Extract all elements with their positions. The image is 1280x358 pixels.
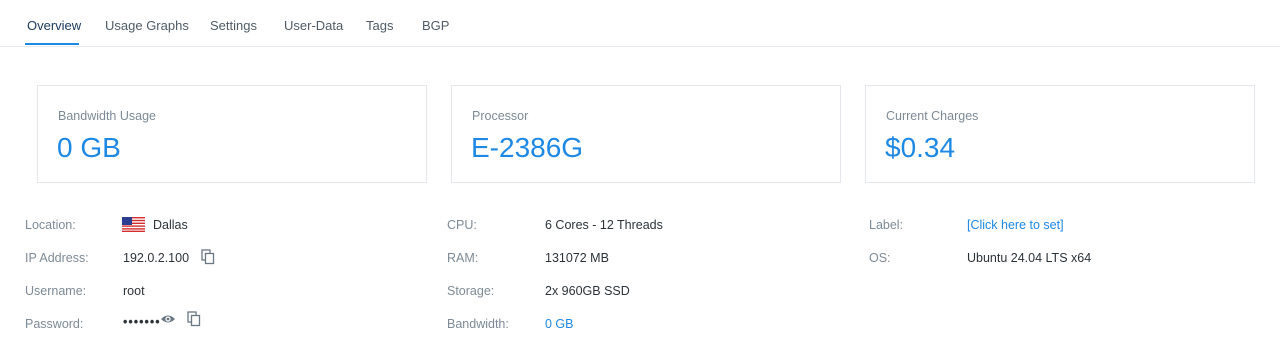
card-value: 0 GB <box>57 132 121 163</box>
ip-address-value: 192.0.2.100 <box>123 251 190 265</box>
tab-usage-graphs[interactable]: Usage Graphs <box>105 18 189 33</box>
card-value: E-2386G <box>471 132 584 163</box>
username-value: root <box>123 284 145 298</box>
tab-user-data[interactable]: User-Data <box>284 18 343 33</box>
copy-icon[interactable] <box>201 249 215 265</box>
username-label: Username: <box>25 284 87 298</box>
card-label: Processor <box>472 109 529 123</box>
card-value: $0.34 <box>885 132 956 163</box>
eye-icon[interactable] <box>160 313 176 325</box>
password-value: ••••••• <box>123 315 161 329</box>
processor-card: Processor E-2386G <box>451 85 841 183</box>
location-label: Location: <box>25 218 76 232</box>
ip-address-label: IP Address: <box>25 251 89 265</box>
tab-settings[interactable]: Settings <box>210 18 257 33</box>
card-label: Bandwidth Usage <box>58 109 156 123</box>
card-label: Current Charges <box>886 109 979 123</box>
ram-value: 131072 MB <box>545 251 609 265</box>
cpu-label: CPU: <box>447 218 477 232</box>
storage-value: 2x 960GB SSD <box>545 284 630 298</box>
bandwidth-usage-card: Bandwidth Usage 0 GB <box>37 85 427 183</box>
os-label: OS: <box>869 251 891 265</box>
storage-label: Storage: <box>447 284 495 298</box>
os-value: Ubuntu 24.04 LTS x64 <box>967 251 1092 265</box>
active-tab-indicator <box>25 43 79 45</box>
tab-tags[interactable]: Tags <box>366 18 393 33</box>
copy-icon[interactable] <box>187 311 201 327</box>
cpu-value: 6 Cores - 12 Threads <box>545 218 663 232</box>
bandwidth-label: Bandwidth: <box>447 317 509 331</box>
us-flag-icon <box>122 217 145 232</box>
set-label-link[interactable]: [Click here to set] <box>967 218 1064 232</box>
current-charges-card: Current Charges $0.34 <box>865 85 1255 183</box>
tab-overview[interactable]: Overview <box>27 18 81 33</box>
bandwidth-link[interactable]: 0 GB <box>545 317 574 331</box>
server-label-label: Label: <box>869 218 904 232</box>
tab-bgp[interactable]: BGP <box>422 18 449 33</box>
ram-label: RAM: <box>447 251 479 265</box>
password-label: Password: <box>25 317 84 331</box>
location-value: Dallas <box>153 218 188 232</box>
tab-bar: Overview Usage Graphs Settings User-Data… <box>0 0 1280 47</box>
